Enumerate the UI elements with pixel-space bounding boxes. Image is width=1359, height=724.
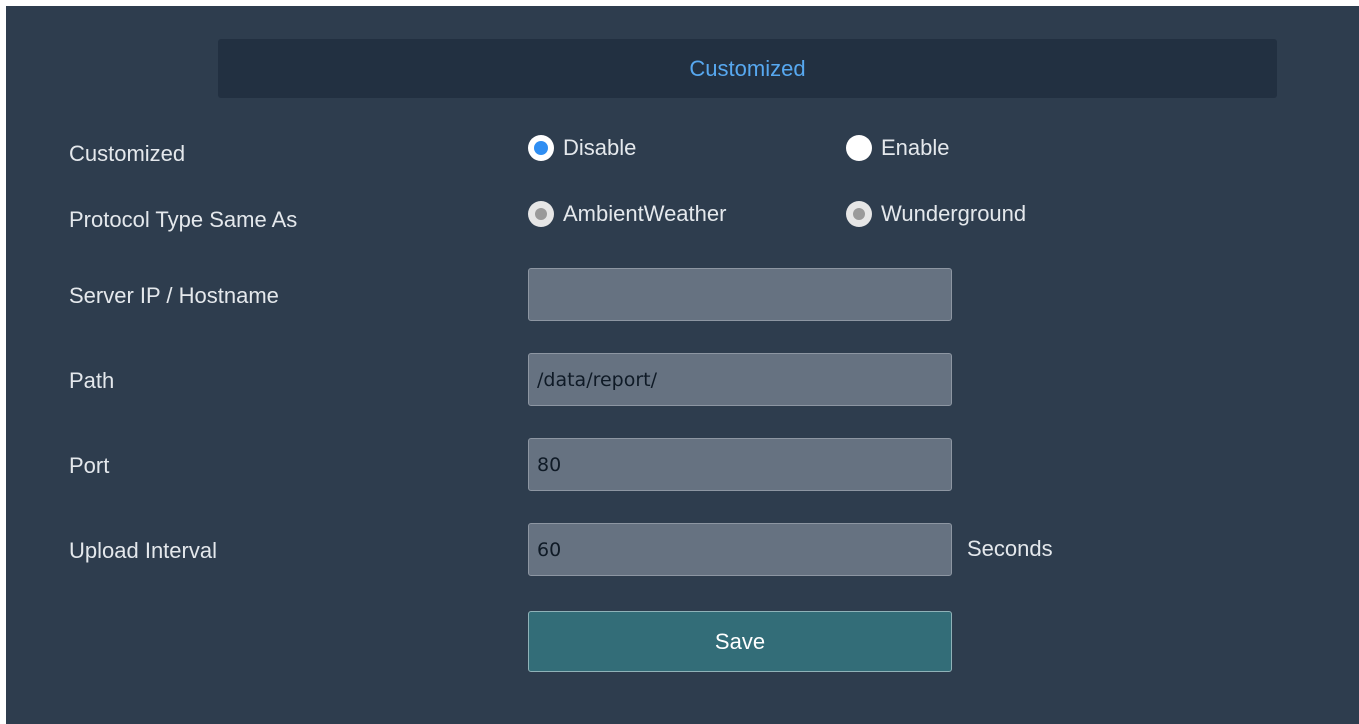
customized-enable-label: Enable bbox=[881, 135, 950, 160]
upload-interval-label: Upload Interval bbox=[69, 538, 217, 563]
customized-label: Customized bbox=[69, 141, 186, 166]
protocol-wunderground-label: Wunderground bbox=[881, 201, 1027, 226]
upload-interval-unit: Seconds bbox=[967, 536, 1053, 561]
customized-disable-radio[interactable] bbox=[528, 135, 554, 161]
section-header: Customized bbox=[218, 39, 1277, 98]
protocol-ambientweather-option[interactable]: AmbientWeather bbox=[528, 201, 726, 227]
protocol-ambientweather-label: AmbientWeather bbox=[563, 201, 727, 226]
server-hostname-label: Server IP / Hostname bbox=[69, 283, 279, 308]
port-label: Port bbox=[69, 453, 110, 478]
path-label: Path bbox=[69, 368, 115, 393]
customized-enable-option[interactable]: Enable bbox=[846, 135, 950, 161]
customized-enable-radio[interactable] bbox=[846, 135, 872, 161]
customized-disable-option[interactable]: Disable bbox=[528, 135, 636, 161]
path-input[interactable] bbox=[528, 353, 952, 406]
section-title: Customized bbox=[689, 55, 806, 81]
port-input[interactable] bbox=[528, 438, 952, 491]
save-button[interactable]: Save bbox=[528, 611, 952, 672]
protocol-wunderground-radio[interactable] bbox=[846, 201, 872, 227]
customized-settings-panel: Customized Customized Disable Enable Pro… bbox=[6, 6, 1359, 724]
protocol-wunderground-option[interactable]: Wunderground bbox=[846, 201, 1026, 227]
upload-interval-input[interactable] bbox=[528, 523, 952, 576]
customized-disable-label: Disable bbox=[563, 135, 637, 160]
server-hostname-input[interactable] bbox=[528, 268, 952, 321]
protocol-type-label: Protocol Type Same As bbox=[69, 207, 298, 232]
protocol-ambientweather-radio[interactable] bbox=[528, 201, 554, 227]
